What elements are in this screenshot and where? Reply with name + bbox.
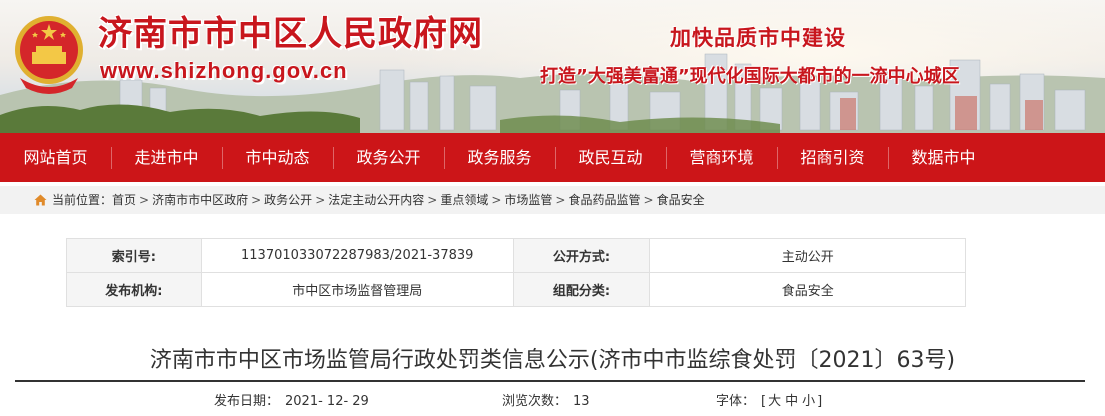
national-emblem-icon [15, 16, 83, 94]
site-url: www.shizhong.gov.cn [100, 58, 348, 83]
category-value: 食品安全 [649, 272, 966, 307]
publish-date: 发布日期： 2021- 12- 29 [214, 390, 369, 409]
font-size-small-button[interactable]: 小 [800, 394, 817, 409]
table-row: 索引号: 113701033072287983/2021-37839 公开方式:… [66, 238, 966, 273]
breadcrumb-separator: > [555, 193, 566, 207]
font-size-large-button[interactable]: 大 [766, 394, 783, 409]
font-size-medium-button[interactable]: 中 [783, 394, 800, 409]
nav-item-data[interactable]: 数据市中 [888, 133, 999, 182]
slogan-sub: 打造”大强美富通”现代化国际大都市的一流中心城区 [540, 66, 960, 87]
nav-item-gov-open[interactable]: 政务公开 [333, 133, 444, 182]
breadcrumb-link[interactable]: 政务公开 [264, 193, 312, 207]
nav-item-home[interactable]: 网站首页 [0, 133, 111, 182]
issuer-value: 市中区市场监督管理局 [200, 272, 514, 307]
breadcrumb-link[interactable]: 济南市市中区政府 [152, 193, 248, 207]
breadcrumb-separator: > [251, 193, 262, 207]
nav-item-interaction[interactable]: 政民互动 [555, 133, 666, 182]
font-size-label: 字体： [716, 394, 756, 409]
nav-item-business[interactable]: 营商环境 [666, 133, 777, 182]
breadcrumb-separator: > [491, 193, 502, 207]
nav-item-news[interactable]: 市中动态 [222, 133, 333, 182]
breadcrumb-link[interactable]: 首页 [112, 193, 136, 207]
breadcrumb: 当前位置：首页 > 济南市市中区政府 > 政务公开 > 法定主动公开内容 > 重点领域 > 市场监管… [0, 186, 1105, 214]
view-count: 浏览次数： 13 [502, 390, 590, 409]
open-method-value: 主动公开 [649, 238, 966, 273]
info-table: 索引号: 113701033072287983/2021-37839 公开方式:… [66, 238, 966, 307]
site-title: 济南市市中区人民政府网 [98, 14, 483, 54]
open-method-label: 公开方式: [512, 238, 651, 273]
category-label: 组配分类: [512, 272, 651, 307]
view-count-value: 13 [573, 394, 590, 409]
breadcrumb-link[interactable]: 法定主动公开内容 [328, 193, 424, 207]
publish-date-value: 2021- 12- 29 [285, 394, 369, 409]
issuer-label: 发布机构: [66, 272, 202, 307]
header-banner: 济南市市中区人民政府网 www.shizhong.gov.cn 加快品质市中建设… [0, 0, 1105, 133]
breadcrumb-link[interactable]: 重点领域 [440, 193, 488, 207]
nav-item-gov-service[interactable]: 政务服务 [444, 133, 555, 182]
breadcrumb-separator: > [427, 193, 438, 207]
breadcrumb-separator: > [643, 193, 654, 207]
home-icon [34, 194, 47, 206]
nav-item-investment[interactable]: 招商引资 [777, 133, 888, 182]
font-size-bracket-close: ] [817, 394, 823, 409]
breadcrumb-link[interactable]: 食品药品监管 [568, 193, 640, 207]
title-divider [15, 380, 1085, 382]
article-title: 济南市市中区市场监管局行政处罚类信息公示(济市中市监综食处罚〔2021〕63号) [149, 348, 956, 373]
slogan-main: 加快品质市中建设 [670, 26, 846, 50]
font-size-control: 字体：[大中小] [716, 390, 822, 409]
breadcrumb-link[interactable]: 食品安全 [657, 193, 705, 207]
main-nav: 网站首页 走进市中 市中动态 政务公开 政务服务 政民互动 营商环境 招商引资 … [0, 133, 1105, 182]
breadcrumb-separator: > [315, 193, 326, 207]
breadcrumb-label: 当前位置： [52, 193, 113, 207]
nav-item-about[interactable]: 走进市中 [111, 133, 222, 182]
breadcrumb-trail: 当前位置：首页 > 济南市市中区政府 > 政务公开 > 法定主动公开内容 > 重点领域 > 市场监管… [52, 186, 705, 214]
index-value: 113701033072287983/2021-37839 [200, 238, 514, 273]
view-count-label: 浏览次数： [502, 394, 568, 409]
index-label: 索引号: [66, 238, 202, 273]
publish-date-label: 发布日期： [214, 394, 280, 409]
breadcrumb-link[interactable]: 市场监管 [504, 193, 552, 207]
table-row: 发布机构: 市中区市场监督管理局 组配分类: 食品安全 [66, 272, 966, 307]
breadcrumb-separator: > [139, 193, 150, 207]
